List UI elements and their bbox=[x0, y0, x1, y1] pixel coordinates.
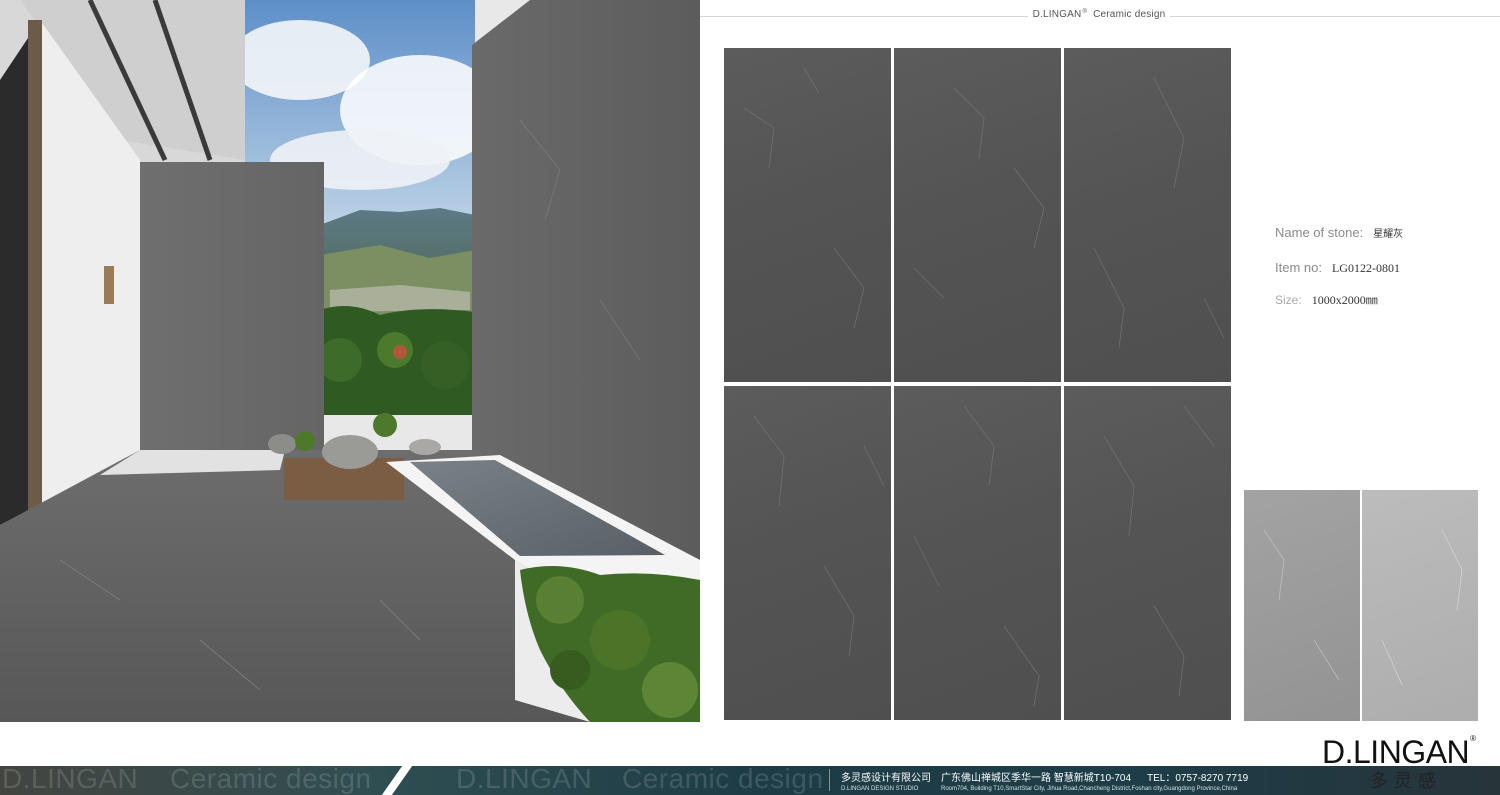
swatch-light-grey bbox=[1362, 490, 1478, 721]
header-brand: D.LINGAN® Ceramic design bbox=[1028, 9, 1170, 20]
name-label: Name of stone: bbox=[1275, 225, 1364, 240]
band-watermark-brand-2: D.LINGAN bbox=[456, 766, 593, 794]
item-label: Item no: bbox=[1275, 260, 1322, 275]
tile-slab-3 bbox=[1064, 48, 1231, 382]
logo-chinese: 多灵感 bbox=[1370, 771, 1442, 791]
logo-brand-name: D.LINGAN bbox=[1322, 734, 1470, 770]
tile-slab-1 bbox=[724, 48, 891, 382]
tile-slab-5 bbox=[894, 386, 1061, 720]
size-label: Size: bbox=[1275, 293, 1302, 307]
telephone: TEL：0757-8270 7719 bbox=[1147, 773, 1249, 784]
studio-name-en: D.LINGAN DESIGN STUDIO bbox=[841, 786, 919, 792]
band-divider-line bbox=[829, 769, 830, 791]
band-watermark-sub-1: Ceramic design bbox=[170, 766, 372, 794]
brand-logo: D.LINGAN® bbox=[1322, 734, 1476, 771]
name-value: 星耀灰 bbox=[1373, 229, 1404, 240]
footer-band: D.LINGAN Ceramic design D.LINGAN Ceramic… bbox=[0, 766, 1500, 795]
header-brand-mark: ® bbox=[1082, 9, 1088, 15]
address-en: Room704, Building T10,SmartStar City, Ji… bbox=[941, 786, 1238, 792]
logo-brand-mark: ® bbox=[1470, 734, 1476, 743]
header-rule-right bbox=[1170, 16, 1500, 17]
size-value: 1000x2000㎜ bbox=[1311, 293, 1378, 307]
item-value: LG0122-0801 bbox=[1331, 261, 1400, 275]
info-name-row: Name of stone: 星耀灰 bbox=[1275, 224, 1403, 242]
company-name-cn: 多灵感设计有限公司 bbox=[841, 773, 931, 784]
info-item-row: Item no: LG0122-0801 bbox=[1275, 259, 1400, 277]
header-brand-name: D.LINGAN bbox=[1032, 9, 1082, 20]
band-watermark-sub-2: Ceramic design bbox=[622, 766, 824, 794]
band-watermark-brand-1: D.LINGAN bbox=[2, 766, 139, 794]
swatch-medium-grey bbox=[1244, 490, 1360, 721]
info-size-row: Size: 1000x2000㎜ bbox=[1275, 291, 1378, 309]
tile-slab-2 bbox=[894, 48, 1061, 382]
header-subtitle: Ceramic design bbox=[1093, 9, 1166, 20]
tile-slab-4 bbox=[724, 386, 891, 720]
tile-slab-6 bbox=[1064, 386, 1231, 720]
header-rule-left bbox=[700, 16, 1028, 17]
address-cn: 广东佛山禅城区季华一路 智慧新城T10-704 bbox=[941, 773, 1132, 784]
scene-render-image bbox=[0, 0, 700, 722]
